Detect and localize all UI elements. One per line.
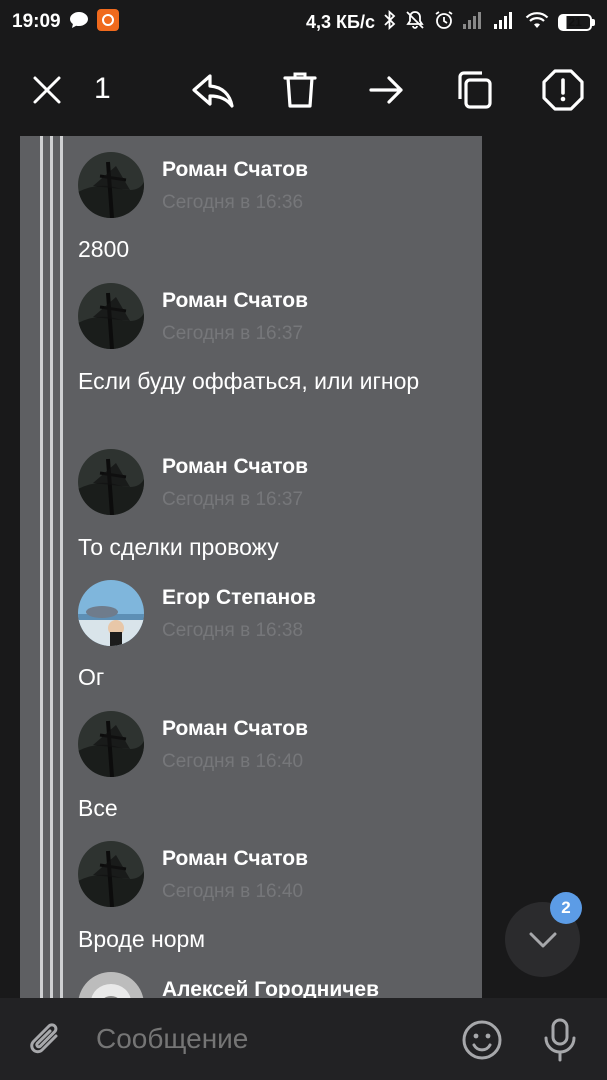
avatar[interactable] bbox=[78, 841, 144, 907]
forward-indicator-line bbox=[40, 136, 43, 998]
emoji-icon bbox=[462, 1020, 502, 1060]
message-time: Сегодня в 16:40 bbox=[162, 881, 304, 902]
message-composer bbox=[0, 998, 607, 1080]
report-icon bbox=[542, 69, 584, 111]
signal-icon bbox=[463, 11, 485, 34]
selection-action-bar: 1 bbox=[0, 44, 607, 136]
avatar[interactable] bbox=[78, 283, 144, 349]
bluetooth-icon bbox=[384, 9, 396, 35]
selected-count: 1 bbox=[94, 72, 111, 105]
message-text: Ог bbox=[78, 664, 105, 690]
attach-button[interactable] bbox=[16, 1010, 76, 1070]
status-right: 4,3 КБ/с 21 bbox=[306, 9, 595, 35]
message-text: То сделки провожу bbox=[78, 534, 279, 560]
copy-button[interactable] bbox=[445, 44, 505, 136]
message-time: Сегодня в 16:38 bbox=[162, 620, 304, 641]
author-name[interactable]: Роман Счатов bbox=[162, 455, 308, 479]
report-button[interactable] bbox=[533, 44, 593, 136]
wifi-icon bbox=[525, 11, 549, 34]
attach-icon bbox=[30, 1023, 58, 1054]
battery-level: 21 bbox=[568, 15, 582, 29]
author-name[interactable]: Егор Степанов bbox=[162, 586, 316, 610]
author-name[interactable]: Алексей Городничев bbox=[162, 978, 379, 998]
author-name[interactable]: Роман Счатов bbox=[162, 717, 308, 741]
message-text: Если буду оффаться, или игнор bbox=[78, 368, 420, 394]
muted-bell-icon bbox=[405, 10, 425, 35]
emoji-button[interactable] bbox=[452, 1010, 512, 1070]
message-time: Сегодня в 16:37 bbox=[162, 489, 304, 510]
battery-icon: 21 bbox=[558, 13, 595, 31]
close-icon bbox=[33, 76, 61, 104]
message-header: Роман Счатов Сегодня в 16:37 bbox=[78, 449, 308, 515]
avatar[interactable] bbox=[78, 580, 144, 646]
avatar[interactable] bbox=[78, 972, 144, 998]
message-header: Роман Счатов Сегодня в 16:37 bbox=[78, 283, 308, 349]
notification-icons bbox=[69, 8, 119, 36]
forward-button[interactable] bbox=[357, 44, 417, 136]
message-header: Роман Счатов Сегодня в 16:36 bbox=[78, 152, 308, 218]
signal-icon bbox=[494, 11, 516, 34]
message-header: Алексей Городничев bbox=[78, 972, 379, 998]
network-speed: 4,3 КБ/с bbox=[306, 11, 375, 32]
message-text: 2800 bbox=[78, 236, 130, 262]
delete-icon bbox=[283, 72, 317, 108]
microphone-icon bbox=[544, 1018, 576, 1062]
message-time: Сегодня в 16:37 bbox=[162, 323, 304, 344]
alarm-icon bbox=[434, 10, 454, 35]
message-notification-icon bbox=[69, 11, 89, 34]
copy-icon bbox=[458, 71, 492, 109]
forwarded-messages-bubble[interactable]: Роман Счатов Сегодня в 16:36 2800 Роман … bbox=[20, 136, 482, 998]
status-time: 19:09 bbox=[12, 11, 61, 32]
author-name[interactable]: Роман Счатов bbox=[162, 158, 308, 182]
message-text: Все bbox=[78, 795, 118, 821]
reply-icon bbox=[192, 74, 234, 108]
forward-icon bbox=[369, 76, 403, 104]
app-notification-icon bbox=[96, 8, 119, 36]
message-header: Роман Счатов Сегодня в 16:40 bbox=[78, 711, 308, 777]
message-time: Сегодня в 16:40 bbox=[162, 751, 304, 772]
chevron-down-icon bbox=[529, 932, 556, 947]
message-header: Егор Степанов Сегодня в 16:38 bbox=[78, 580, 316, 646]
unread-count-badge: 2 bbox=[550, 892, 582, 924]
forward-indicator-line bbox=[50, 136, 53, 998]
avatar[interactable] bbox=[78, 152, 144, 218]
forward-indicator-line bbox=[60, 136, 63, 998]
close-selection-button[interactable] bbox=[17, 44, 77, 136]
reply-button[interactable] bbox=[183, 44, 243, 136]
message-input[interactable] bbox=[96, 1023, 436, 1055]
avatar[interactable] bbox=[78, 711, 144, 777]
message-time: Сегодня в 16:36 bbox=[162, 192, 304, 213]
avatar[interactable] bbox=[78, 449, 144, 515]
message-text: Вроде норм bbox=[78, 926, 206, 952]
delete-button[interactable] bbox=[270, 44, 330, 136]
message-header: Роман Счатов Сегодня в 16:40 bbox=[78, 841, 308, 907]
microphone-button[interactable] bbox=[530, 1010, 590, 1070]
message-list[interactable]: Роман Счатов Сегодня в 16:36 2800 Роман … bbox=[0, 136, 607, 998]
author-name[interactable]: Роман Счатов bbox=[162, 289, 308, 313]
chat-screen: 19:09 4,3 КБ/с 21 1 Роман Счатов Сегодня… bbox=[0, 0, 607, 1080]
author-name[interactable]: Роман Счатов bbox=[162, 847, 308, 871]
status-bar: 19:09 4,3 КБ/с 21 bbox=[0, 0, 607, 44]
